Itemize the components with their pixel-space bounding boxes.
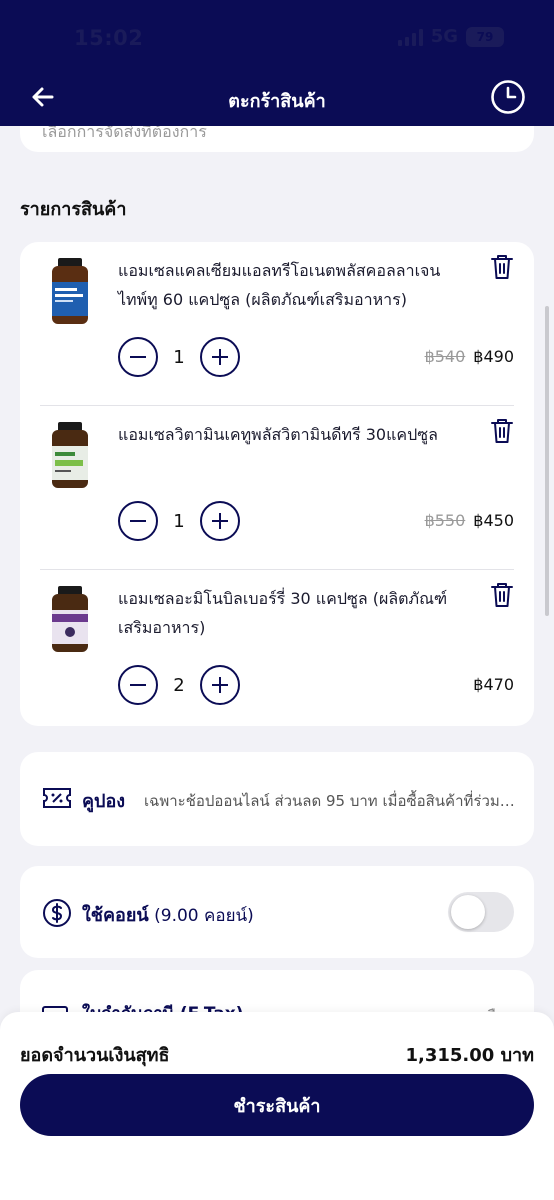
trash-icon[interactable] bbox=[490, 418, 514, 444]
product-name: แอมเซลอะมิโนบิลเบอร์รี่ 30 แคปซูล (ผลิตภ… bbox=[118, 589, 448, 637]
checkout-footer: ยอดจำนวนเงินสุทธิ 1,315.00 บาท ชำระสินค้… bbox=[0, 1012, 554, 1200]
scrollbar[interactable] bbox=[545, 306, 549, 616]
coupon-label: คูปอง bbox=[82, 791, 126, 812]
increase-quantity-button[interactable] bbox=[200, 337, 240, 377]
decrease-quantity-button[interactable] bbox=[118, 337, 158, 377]
use-coins-toggle[interactable] bbox=[448, 892, 514, 932]
quantity-value: 2 bbox=[173, 674, 185, 696]
sale-price: ฿450 bbox=[473, 511, 514, 530]
etax-row[interactable]: ใบกำกับภาษี (E-Tax) เลือก bbox=[20, 970, 534, 1016]
trash-icon[interactable] bbox=[490, 254, 514, 280]
signal-icon bbox=[397, 28, 423, 46]
status-indicators: 5G 79 bbox=[397, 26, 504, 47]
shipping-selector[interactable]: เลือกการจัดส่งที่ต้องการ bbox=[20, 126, 534, 152]
toggle-knob bbox=[451, 895, 485, 929]
pay-button[interactable]: ชำระสินค้า bbox=[20, 1074, 534, 1136]
coin-label: ใช้คอยน์ (9.00 คอยน์) bbox=[82, 900, 254, 929]
section-title: รายการสินค้า bbox=[20, 199, 127, 220]
dollar-coin-icon bbox=[43, 899, 71, 927]
quantity-value: 1 bbox=[173, 510, 185, 532]
item-price: ฿540 ฿490 bbox=[425, 347, 514, 366]
coupon-ticket-icon bbox=[43, 788, 71, 808]
cart-item: แอมเซลวิตามินเคทูพลัสวิตามินดีทรี 30แคปซ… bbox=[40, 406, 514, 570]
increase-quantity-button[interactable] bbox=[200, 665, 240, 705]
status-time: 15:02 bbox=[74, 26, 144, 50]
decrease-quantity-button[interactable] bbox=[118, 665, 158, 705]
trash-icon[interactable] bbox=[490, 582, 514, 608]
quantity-stepper: 2 bbox=[118, 665, 240, 705]
nav-bar: ตะกร้าสินค้า bbox=[0, 76, 554, 120]
cart-items-card: แอมเซลแคลเซียมแอลทรีโอเนตพลัสคอลลาเจนไทพ… bbox=[20, 242, 534, 726]
quantity-stepper: 1 bbox=[118, 337, 240, 377]
shipping-hint: เลือกการจัดส่งที่ต้องการ bbox=[42, 126, 207, 141]
network-type: 5G bbox=[430, 26, 458, 47]
item-price: ฿550 ฿450 bbox=[425, 511, 514, 530]
quantity-stepper: 1 bbox=[118, 501, 240, 541]
total-label: ยอดจำนวนเงินสุทธิ bbox=[20, 1045, 170, 1066]
coin-row: ใช้คอยน์ (9.00 คอยน์) bbox=[20, 866, 534, 958]
item-price: ฿470 bbox=[465, 675, 514, 694]
sale-price: ฿490 bbox=[473, 347, 514, 366]
quantity-value: 1 bbox=[173, 346, 185, 368]
sale-price: ฿470 bbox=[473, 675, 514, 694]
product-bottle-image bbox=[52, 422, 88, 488]
original-price: ฿550 bbox=[424, 511, 466, 530]
product-bottle-image bbox=[52, 258, 88, 324]
page-title: ตะกร้าสินค้า bbox=[228, 91, 326, 112]
coupon-row[interactable]: คูปอง เฉพาะช้อปออนไลน์ ส่วนลด 95 บาท เมื… bbox=[20, 752, 534, 846]
decrease-quantity-button[interactable] bbox=[118, 501, 158, 541]
cart-item: แอมเซลแคลเซียมแอลทรีโอเนตพลัสคอลลาเจนไทพ… bbox=[40, 242, 514, 406]
total-amount: 1,315.00 บาท bbox=[405, 1045, 535, 1066]
cart-item: แอมเซลอะมิโนบิลเบอร์รี่ 30 แคปซูล (ผลิตภ… bbox=[40, 570, 514, 734]
product-name: แอมเซลแคลเซียมแอลทรีโอเนตพลัสคอลลาเจนไทพ… bbox=[118, 261, 441, 309]
battery-icon: 79 bbox=[466, 26, 504, 47]
cart-content[interactable]: เลือกการจัดส่งที่ต้องการ รายการสินค้า แอ… bbox=[0, 126, 554, 1016]
product-bottle-image bbox=[52, 586, 88, 652]
clock-icon[interactable] bbox=[490, 79, 526, 115]
increase-quantity-button[interactable] bbox=[200, 501, 240, 541]
coin-amount: (9.00 คอยน์) bbox=[154, 906, 254, 926]
top-bar: 15:02 5G 79 ตะกร้าสินค้า bbox=[0, 0, 554, 126]
original-price: ฿540 bbox=[424, 347, 466, 366]
coin-title: ใช้คอยน์ bbox=[82, 905, 149, 926]
status-bar: 15:02 5G 79 bbox=[0, 18, 554, 58]
coupon-description: เฉพาะช้อปออนไลน์ ส่วนลด 95 บาท เมื่อซื้อ… bbox=[144, 792, 516, 810]
product-name: แอมเซลวิตามินเคทูพลัสวิตามินดีทรี 30แคปซ… bbox=[118, 425, 438, 444]
battery-level: 79 bbox=[476, 29, 494, 44]
